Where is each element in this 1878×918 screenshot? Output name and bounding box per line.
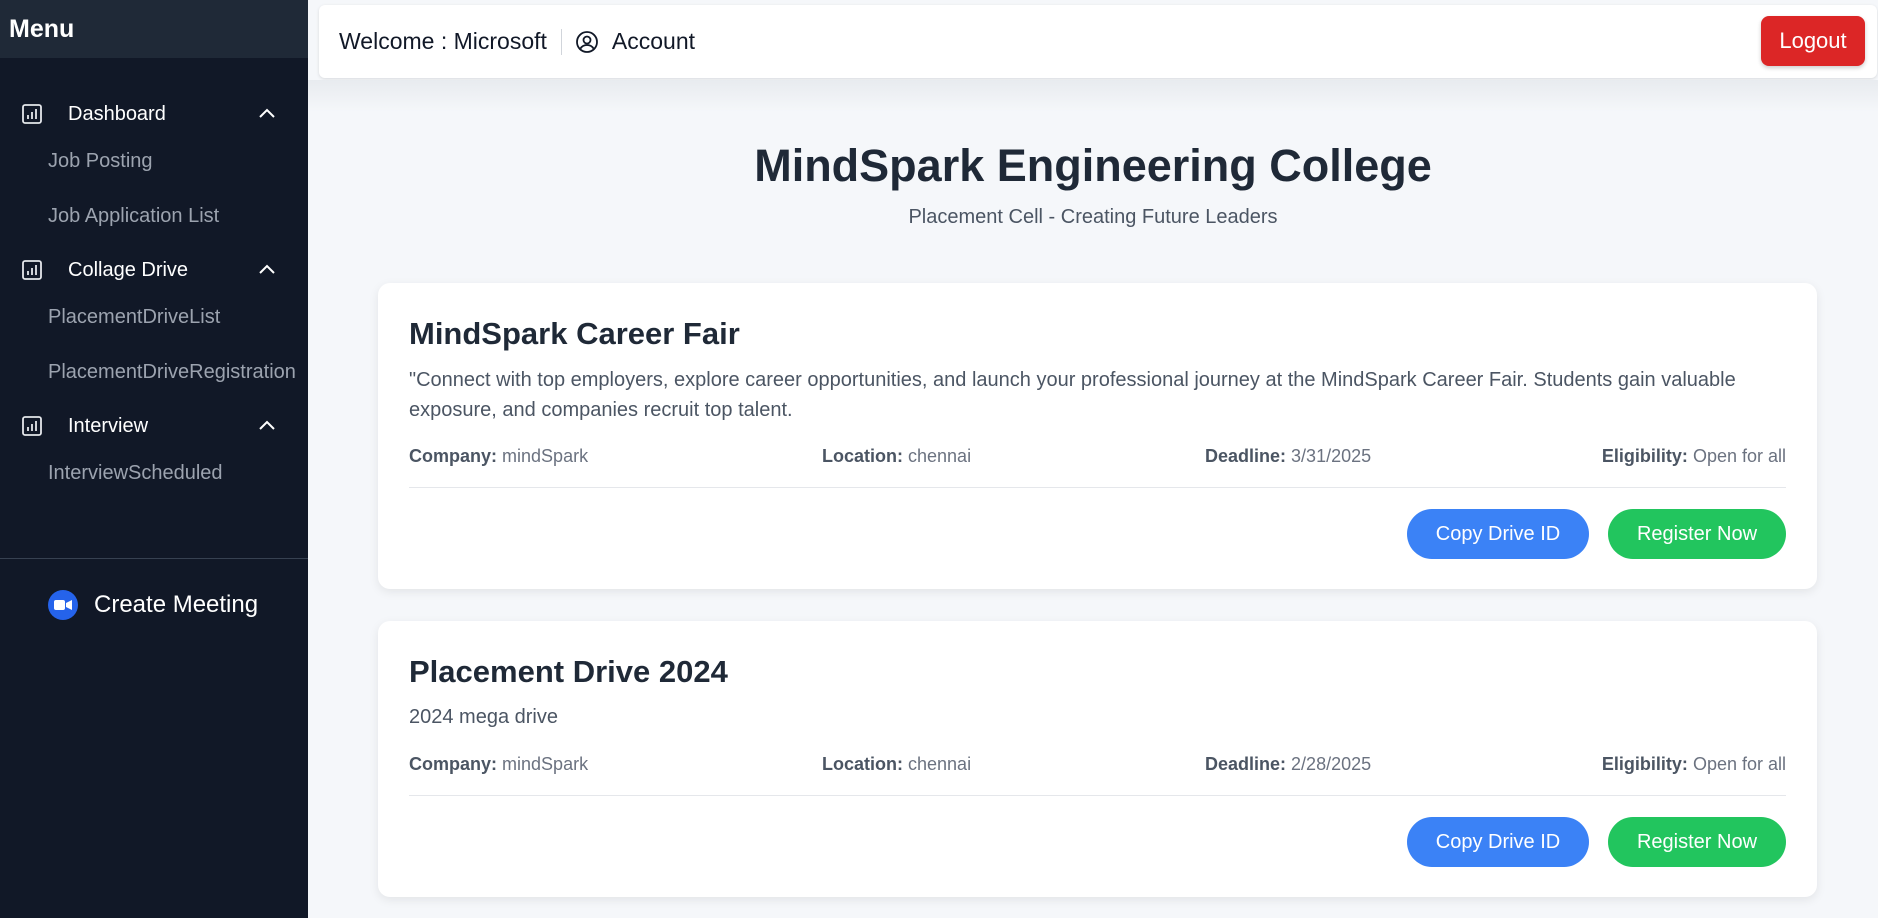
drive-location: Location: chennai bbox=[822, 754, 971, 775]
drive-card: MindSpark Career Fair "Connect with top … bbox=[378, 283, 1817, 589]
nav-group-dashboard: Dashboard Job Posting Job Application Li… bbox=[0, 94, 308, 244]
bar-chart-icon bbox=[20, 258, 44, 282]
company-value: mindSpark bbox=[502, 446, 589, 466]
deadline-label: Deadline: bbox=[1205, 446, 1287, 466]
company-label: Company: bbox=[409, 446, 498, 466]
drive-title: Placement Drive 2024 bbox=[409, 654, 728, 689]
location-label: Location: bbox=[822, 754, 903, 774]
drive-card: Placement Drive 2024 2024 mega drive Com… bbox=[378, 621, 1817, 897]
card-divider bbox=[409, 487, 1786, 488]
topbar-separator bbox=[560, 28, 562, 55]
drive-eligibility: Eligibility: Open for all bbox=[1602, 446, 1786, 467]
top-bar: Welcome : Microsoft Account Logout bbox=[319, 5, 1877, 78]
location-value: chennai bbox=[908, 754, 972, 774]
nav-section-collage-drive[interactable]: Collage Drive bbox=[0, 250, 308, 290]
sidebar-item-placement-drive-registration[interactable]: PlacementDriveRegistration bbox=[0, 345, 308, 400]
nav-group-collage-drive: Collage Drive PlacementDriveList Placeme… bbox=[0, 250, 308, 400]
sidebar: Menu Dashboard Job Posting Job Applicati… bbox=[0, 0, 308, 918]
company-value: mindSpark bbox=[502, 754, 589, 774]
deadline-label: Deadline: bbox=[1205, 754, 1287, 774]
eligibility-value: Open for all bbox=[1692, 446, 1786, 466]
eligibility-value: Open for all bbox=[1692, 754, 1786, 774]
page-subtitle: Placement Cell - Creating Future Leaders bbox=[908, 206, 1278, 228]
nav-section-dashboard[interactable]: Dashboard bbox=[0, 94, 308, 134]
drive-location: Location: chennai bbox=[822, 446, 971, 467]
chevron-up-icon[interactable] bbox=[256, 415, 278, 437]
create-meeting-button[interactable]: Create Meeting bbox=[48, 590, 258, 620]
sidebar-header: Menu bbox=[0, 0, 308, 58]
bar-chart-icon bbox=[20, 102, 44, 126]
location-value: chennai bbox=[908, 446, 972, 466]
sidebar-item-placement-drive-list[interactable]: PlacementDriveList bbox=[0, 290, 308, 345]
drive-deadline: Deadline: 3/31/2025 bbox=[1205, 446, 1371, 467]
deadline-value: 3/31/2025 bbox=[1291, 446, 1372, 466]
company-label: Company: bbox=[409, 754, 498, 774]
video-camera-icon bbox=[48, 590, 78, 620]
copy-drive-id-button[interactable]: Copy Drive ID bbox=[1407, 817, 1589, 867]
sidebar-item-job-application-list[interactable]: Job Application List bbox=[0, 189, 308, 244]
eligibility-label: Eligibility: bbox=[1601, 754, 1688, 774]
card-divider bbox=[409, 795, 1786, 796]
topbar-shadow bbox=[308, 80, 1878, 112]
location-label: Location: bbox=[822, 446, 903, 466]
drive-title: MindSpark Career Fair bbox=[409, 316, 740, 351]
drive-company: Company: mindSpark bbox=[409, 446, 588, 467]
drive-deadline: Deadline: 2/28/2025 bbox=[1205, 754, 1371, 775]
welcome-text: Welcome : Microsoft bbox=[339, 28, 547, 54]
account-button[interactable]: Account bbox=[574, 28, 695, 55]
user-circle-icon bbox=[574, 29, 600, 55]
sidebar-item-interview-scheduled[interactable]: InterviewScheduled bbox=[0, 446, 308, 501]
logout-button[interactable]: Logout bbox=[1761, 16, 1865, 66]
register-now-button[interactable]: Register Now bbox=[1608, 509, 1786, 559]
sidebar-divider bbox=[0, 558, 308, 559]
menu-title: Menu bbox=[9, 14, 75, 43]
bar-chart-icon bbox=[20, 414, 44, 438]
nav-section-label: Dashboard bbox=[68, 102, 166, 125]
eligibility-label: Eligibility: bbox=[1601, 446, 1688, 466]
register-now-button[interactable]: Register Now bbox=[1608, 817, 1786, 867]
drive-description: "Connect with top employers, explore car… bbox=[409, 369, 1736, 421]
page-title: MindSpark Engineering College bbox=[754, 140, 1432, 191]
chevron-up-icon[interactable] bbox=[256, 259, 278, 281]
account-label: Account bbox=[611, 28, 696, 54]
nav-section-label: Interview bbox=[68, 414, 149, 437]
drive-eligibility: Eligibility: Open for all bbox=[1602, 754, 1786, 775]
nav-section-interview[interactable]: Interview bbox=[0, 406, 308, 446]
drive-company: Company: mindSpark bbox=[409, 754, 588, 775]
deadline-value: 2/28/2025 bbox=[1291, 754, 1372, 774]
sidebar-item-job-posting[interactable]: Job Posting bbox=[0, 134, 308, 189]
drive-description: 2024 mega drive bbox=[409, 706, 558, 728]
create-meeting-label: Create Meeting bbox=[94, 591, 259, 618]
copy-drive-id-button[interactable]: Copy Drive ID bbox=[1407, 509, 1589, 559]
nav-section-label: Collage Drive bbox=[68, 258, 189, 281]
nav-group-interview: Interview InterviewScheduled bbox=[0, 406, 308, 501]
chevron-up-icon[interactable] bbox=[256, 103, 278, 125]
